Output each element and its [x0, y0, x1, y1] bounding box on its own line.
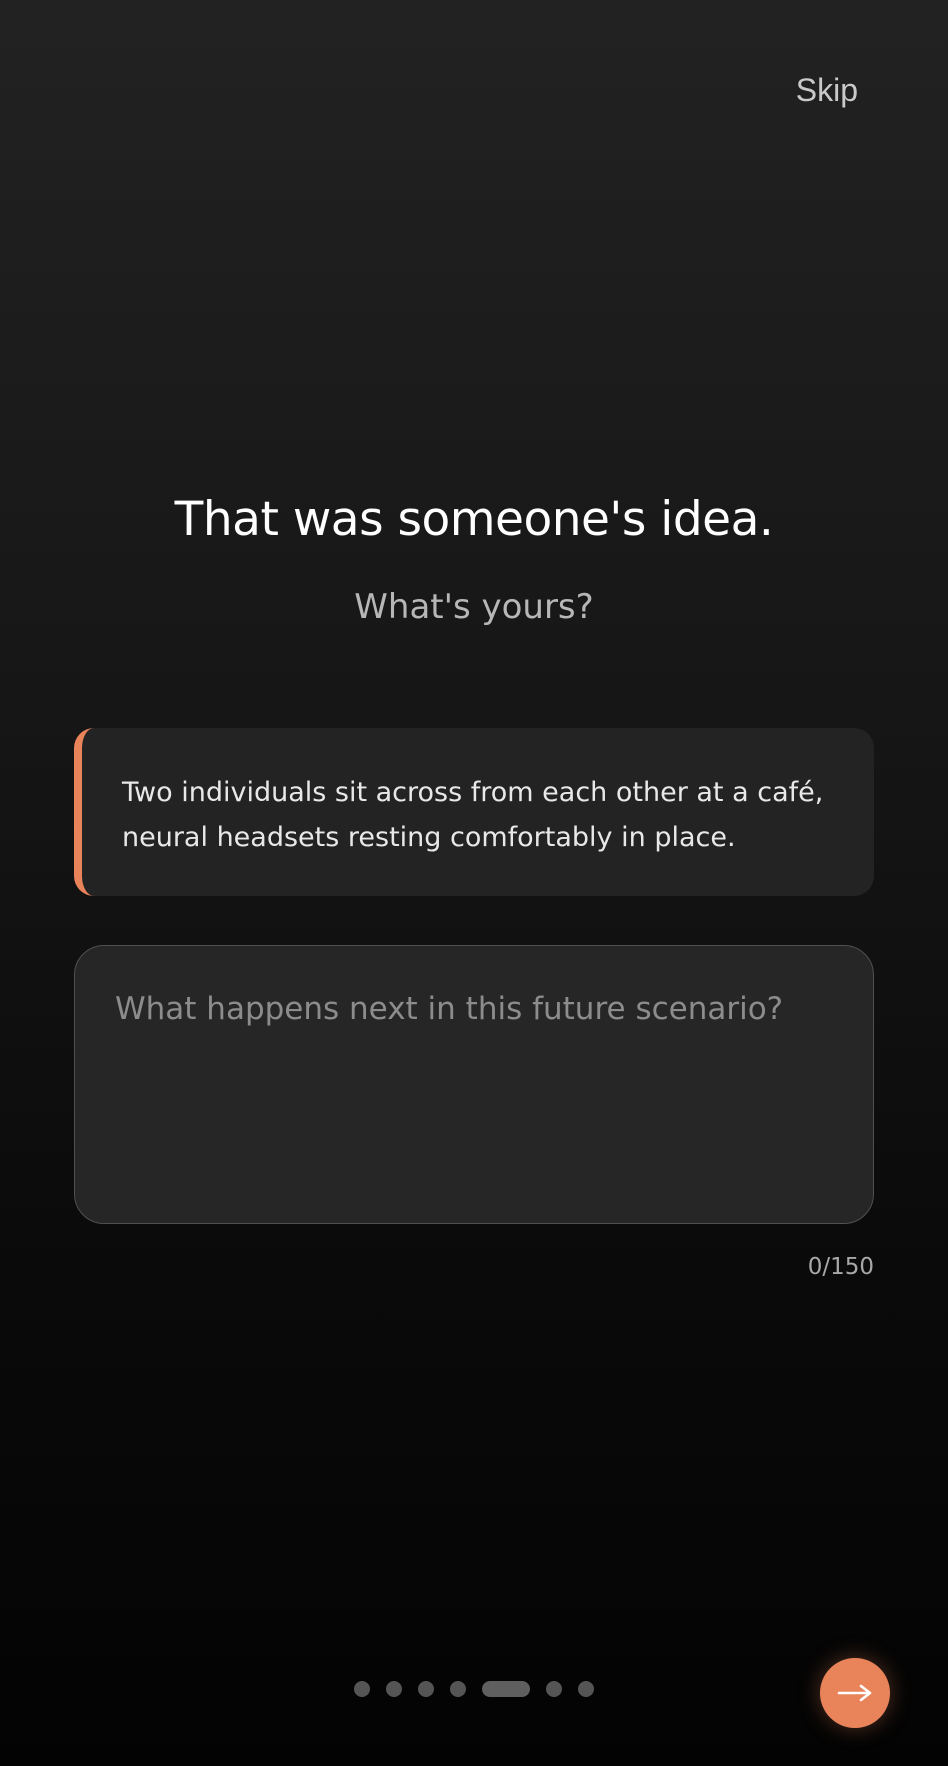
next-button[interactable]	[820, 1658, 890, 1728]
arrow-right-icon	[837, 1683, 873, 1703]
scenario-card: Two individuals sit across from each oth…	[74, 728, 874, 896]
scenario-text: Two individuals sit across from each oth…	[122, 777, 824, 853]
page-dot-7[interactable]	[578, 1681, 594, 1697]
page-dot-4[interactable]	[450, 1681, 466, 1697]
page-dot-3[interactable]	[418, 1681, 434, 1697]
page-dot-6[interactable]	[546, 1681, 562, 1697]
page-dot-5-active[interactable]	[482, 1681, 530, 1697]
skip-button[interactable]: Skip	[796, 70, 858, 110]
page-dot-2[interactable]	[386, 1681, 402, 1697]
page-indicator	[354, 1681, 594, 1697]
character-counter: 0/150	[807, 1254, 874, 1280]
page-title: That was someone's idea.	[174, 492, 774, 547]
scenario-answer-input[interactable]	[74, 945, 874, 1224]
page-dot-1[interactable]	[354, 1681, 370, 1697]
page-subtitle: What's yours?	[354, 587, 594, 627]
